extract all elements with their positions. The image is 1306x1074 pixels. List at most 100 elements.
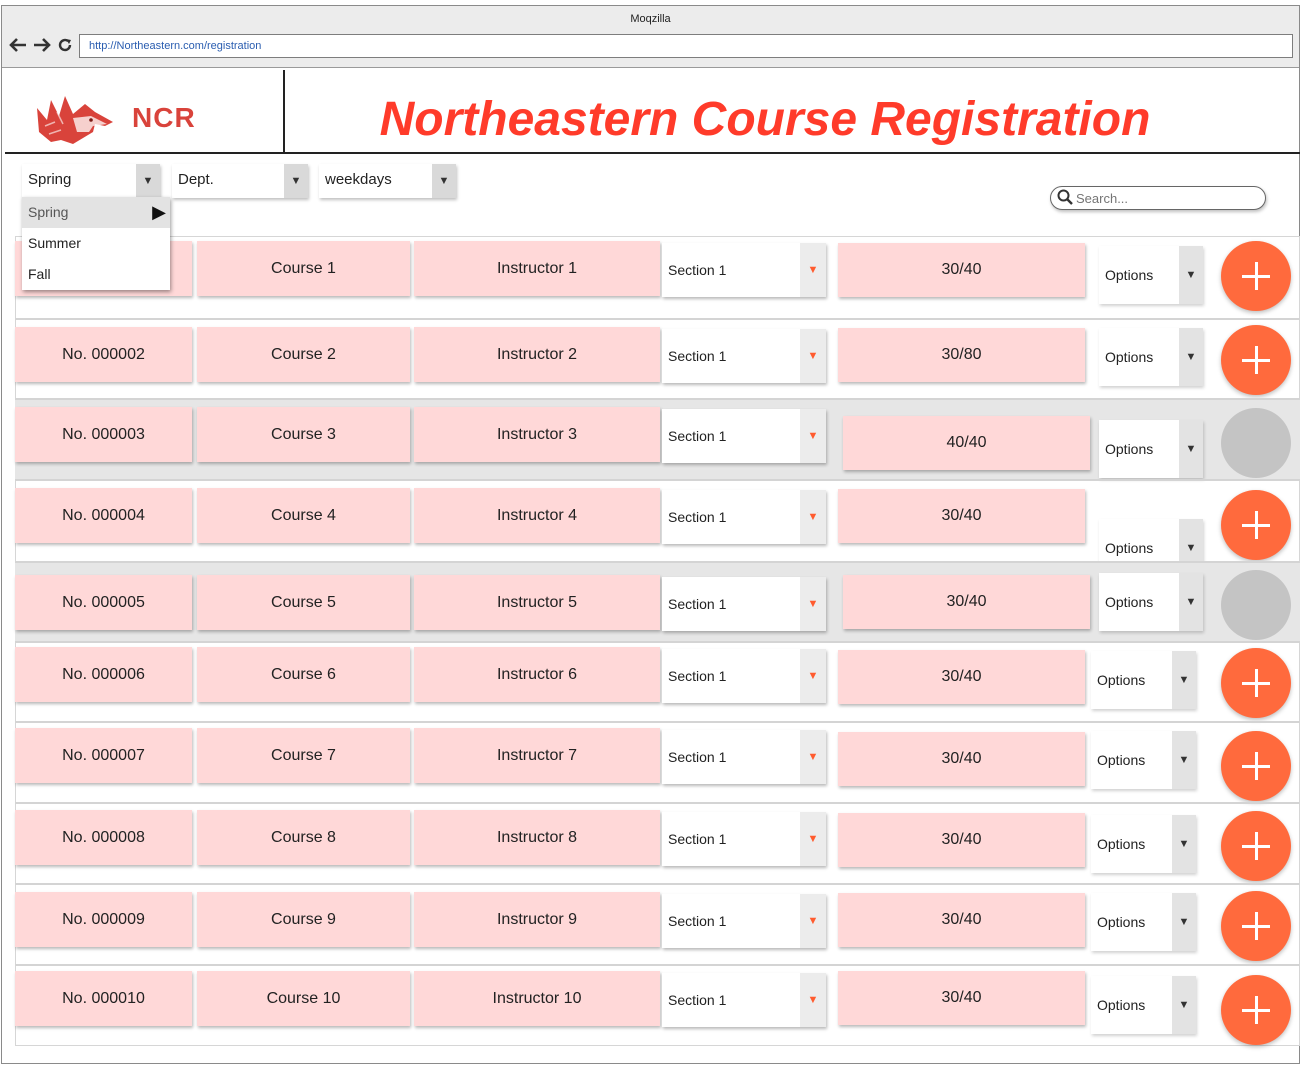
chevron-down-icon[interactable]: ▼ [1172, 651, 1196, 709]
add-button[interactable] [1221, 490, 1291, 560]
chevron-down-icon[interactable]: ▼ [800, 409, 826, 463]
chevron-down-icon[interactable]: ▼ [1179, 573, 1203, 631]
seats-count: 30/80 [838, 328, 1085, 382]
chevron-down-icon[interactable]: ▼ [136, 164, 160, 198]
course-number: No. 000004 [15, 488, 192, 543]
add-button[interactable] [1221, 975, 1291, 1045]
course-number: No. 000003 [15, 407, 192, 462]
page-title: Northeastern Course Registration [379, 93, 1151, 146]
chevron-down-icon[interactable]: ▼ [1179, 420, 1203, 478]
add-button[interactable] [1221, 325, 1291, 395]
options-select[interactable]: Options ▼ [1091, 893, 1196, 951]
course-number: No. 000009 [15, 892, 192, 947]
reload-icon[interactable] [57, 37, 73, 58]
search-input[interactable] [1076, 190, 1256, 207]
chevron-down-icon[interactable]: ▼ [1172, 815, 1196, 873]
chevron-down-icon[interactable]: ▼ [800, 812, 826, 866]
options-select-value: Options [1097, 672, 1146, 688]
add-button[interactable] [1221, 811, 1291, 881]
forward-arrow-icon[interactable] [33, 37, 51, 58]
header-divider [283, 70, 285, 152]
course-number: No. 000005 [15, 575, 192, 630]
chevron-down-icon[interactable]: ▼ [1172, 731, 1196, 789]
course-number: No. 000006 [15, 647, 192, 702]
seats-count: 30/40 [838, 243, 1085, 297]
husky-logo-icon [37, 96, 113, 144]
chevron-down-icon[interactable]: ▼ [1179, 246, 1203, 304]
options-select[interactable]: Options ▼ [1099, 246, 1203, 304]
add-button-disabled [1221, 570, 1291, 640]
section-select[interactable]: Section 1 ▼ [662, 812, 826, 866]
chevron-down-icon[interactable]: ▼ [432, 164, 456, 198]
seats-count: 40/40 [843, 416, 1090, 470]
term-option-spring[interactable]: Spring ▶ [22, 197, 170, 228]
table-row: No. 000001Course 1Instructor 1Section 1▼… [15, 236, 1300, 318]
options-select[interactable]: Options ▼ [1091, 731, 1196, 789]
chevron-down-icon[interactable]: ▼ [800, 490, 826, 544]
window-title: Moqzilla [630, 13, 671, 25]
table-row: No. 000007 Course 7 Instructor 7 Section 1 ▼… [15, 721, 1300, 802]
options-select[interactable]: Options ▼ [1099, 420, 1203, 478]
chevron-down-icon[interactable]: ▼ [1172, 893, 1196, 951]
chevron-down-icon[interactable]: ▼ [284, 164, 308, 198]
logo-text: NCR [132, 102, 196, 133]
section-select[interactable]: Section 1 ▼ [662, 490, 826, 544]
section-select[interactable]: Section 1 ▼ [662, 649, 826, 703]
seats-count: 30/40 [838, 971, 1085, 1025]
add-button[interactable] [1221, 891, 1291, 961]
search-box[interactable] [1050, 186, 1266, 210]
term-option-summer[interactable]: Summer [22, 228, 170, 259]
instructor-name: Instructor 5 [414, 575, 660, 630]
term-select-value: Spring [28, 171, 72, 188]
table-row: No. 000006 Course 6 Instructor 6 Section 1 ▼… [15, 641, 1300, 721]
chevron-down-icon[interactable]: ▼ [800, 649, 826, 703]
section-select[interactable]: Section 1 ▼ [662, 577, 826, 631]
options-select-value: Options [1105, 349, 1154, 365]
section-select[interactable]: Section 1 ▼ [662, 409, 826, 463]
term-option-label: Spring [28, 204, 69, 220]
options-select[interactable]: Options ▼ [1091, 815, 1196, 873]
course-number: No. 000010 [15, 971, 192, 1026]
add-button[interactable] [1221, 648, 1291, 718]
section-select[interactable]: Section 1 ▼ [662, 973, 826, 1027]
section-select[interactable]: Section 1 ▼ [662, 329, 826, 383]
chevron-down-icon[interactable]: ▼ [800, 894, 826, 948]
url-bar[interactable]: http://Northeastern.com/registration [79, 34, 1293, 58]
ncr-logo[interactable]: NCR [5, 66, 285, 152]
table-row: No. 000010 Course 10 Instructor 10 Section … [15, 964, 1300, 1046]
plus-icon [1242, 346, 1270, 374]
chevron-down-icon[interactable]: ▼ [1172, 976, 1196, 1034]
add-button[interactable] [1221, 241, 1291, 311]
back-arrow-icon[interactable] [9, 37, 27, 58]
days-select-value: weekdays [325, 171, 392, 188]
term-option-fall[interactable]: Fall [22, 259, 170, 290]
dept-select[interactable]: Dept. ▼ [172, 164, 308, 198]
instructor-name: Instructor 10 [414, 971, 660, 1026]
chevron-down-icon[interactable]: ▼ [800, 730, 826, 784]
instructor-name: Instructor 6 [414, 647, 660, 702]
chevron-down-icon[interactable]: ▼ [800, 973, 826, 1027]
days-select[interactable]: weekdays ▼ [319, 164, 456, 198]
add-button[interactable] [1221, 731, 1291, 801]
options-select[interactable]: Options ▼ [1099, 573, 1203, 631]
chevron-down-icon[interactable]: ▼ [1179, 328, 1203, 386]
plus-icon [1242, 912, 1270, 940]
chevron-down-icon[interactable]: ▼ [800, 577, 826, 631]
section-select-value: Section 1 [668, 668, 727, 684]
options-select[interactable]: Options ▼ [1099, 328, 1203, 386]
options-select-value: Options [1105, 594, 1154, 610]
chevron-down-icon[interactable]: ▼ [800, 243, 826, 297]
section-select-value: Section 1 [668, 348, 727, 364]
term-select[interactable]: Spring ▼ [22, 164, 160, 198]
instructor-name: Instructor 8 [414, 810, 660, 865]
options-select[interactable]: Options ▼ [1091, 976, 1196, 1034]
add-button-disabled [1221, 408, 1291, 478]
section-select[interactable]: Section 1 ▼ [662, 243, 826, 297]
section-select[interactable]: Section 1 ▼ [662, 894, 826, 948]
chevron-down-icon[interactable]: ▼ [800, 329, 826, 383]
options-select-value: Options [1097, 752, 1146, 768]
plus-icon [1242, 752, 1270, 780]
seats-count: 30/40 [838, 732, 1085, 786]
section-select[interactable]: Section 1 ▼ [662, 730, 826, 784]
options-select[interactable]: Options ▼ [1091, 651, 1196, 709]
